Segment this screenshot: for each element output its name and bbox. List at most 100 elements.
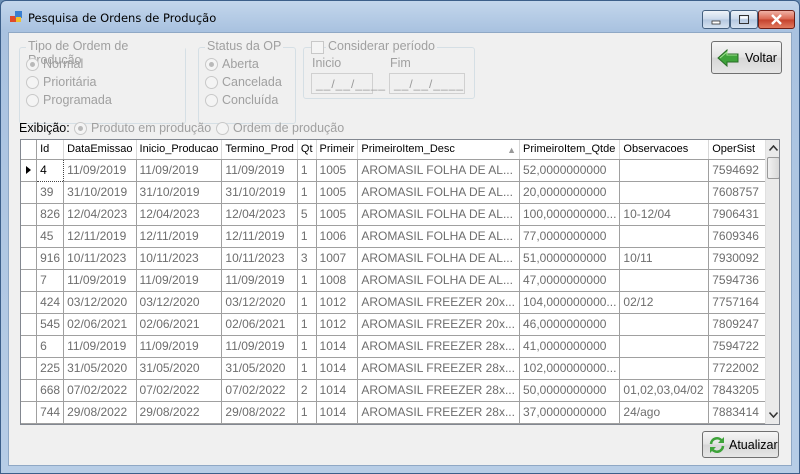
- row-header[interactable]: [21, 159, 38, 182]
- radio-produto-circle[interactable]: [74, 122, 87, 135]
- row-header[interactable]: [21, 291, 38, 314]
- table-cell[interactable]: 11/09/2019: [63, 335, 137, 358]
- table-row[interactable]: 39 31/10/2019 31/10/2019 31/10/2019 1 1005 ARO…: [21, 181, 779, 204]
- scroll-up-button[interactable]: [766, 140, 779, 157]
- table-row[interactable]: 744 29/08/2022 29/08/2022 29/08/2022 1 1014 AR…: [21, 401, 779, 424]
- table-cell[interactable]: AROMASIL FREEZER 28x...: [357, 379, 520, 402]
- table-row[interactable]: 668 07/02/2022 07/02/2022 07/02/2022 2 1014 AR…: [21, 379, 779, 402]
- maximize-button[interactable]: [730, 10, 758, 29]
- table-cell[interactable]: 1: [297, 357, 317, 380]
- table-cell[interactable]: 11/09/2020: [221, 423, 298, 424]
- table-cell[interactable]: 10/11: [619, 247, 710, 270]
- table-cell[interactable]: 29/08/2022: [221, 401, 298, 424]
- radio-programada-circle[interactable]: [26, 94, 39, 107]
- column-header-primeir[interactable]: Primeir: [316, 140, 359, 160]
- table-row[interactable]: 424 03/12/2020 03/12/2020 03/12/2020 1 1012 AR…: [21, 291, 779, 314]
- table-cell[interactable]: 31/10/2019: [136, 181, 223, 204]
- table-cell[interactable]: 07/02/2022: [63, 379, 137, 402]
- radio-normal-circle[interactable]: [26, 58, 39, 71]
- table-cell[interactable]: 02/06/2021: [63, 313, 137, 336]
- table-cell[interactable]: [619, 357, 710, 380]
- table-cell[interactable]: 51,0000000000: [519, 247, 621, 270]
- table-cell[interactable]: 31/10/2019: [221, 181, 298, 204]
- table-cell[interactable]: 20,0000000000: [519, 181, 621, 204]
- table-cell[interactable]: 4: [36, 158, 65, 182]
- table-cell[interactable]: 104,000000000...: [519, 291, 621, 314]
- table-row[interactable]: 7 11/09/2019 11/09/2019 11/09/2019 1 1008 AROM…: [21, 269, 779, 292]
- row-header[interactable]: [21, 423, 38, 424]
- table-cell[interactable]: 1005: [316, 203, 359, 226]
- table-row[interactable]: 4 11/09/2019 11/09/2019 11/09/2019 1 1005 AROM…: [21, 158, 779, 182]
- table-cell[interactable]: 3: [297, 247, 317, 270]
- table-cell[interactable]: [619, 335, 710, 358]
- table-cell[interactable]: 31/05/2020: [136, 357, 223, 380]
- table-cell[interactable]: 11/09/2019: [63, 159, 137, 182]
- table-cell[interactable]: 07/02/2022: [136, 379, 223, 402]
- table-row[interactable]: 29211/09/202011/09/202011/09/20201524BOB…: [21, 423, 779, 424]
- table-cell[interactable]: 225: [36, 357, 65, 380]
- table-cell[interactable]: 11/09/2019: [221, 335, 298, 358]
- table-cell[interactable]: 10-12/04: [619, 203, 710, 226]
- table-cell[interactable]: 29/08/2022: [63, 401, 137, 424]
- table-cell[interactable]: [619, 313, 710, 336]
- table-cell[interactable]: 12/11/2019: [63, 225, 137, 248]
- column-header-primeiroitem-desc[interactable]: PrimeiroItem_Desc ▲: [357, 140, 520, 160]
- table-cell[interactable]: 1: [297, 335, 317, 358]
- table-cell[interactable]: 30,0000000000: [519, 423, 621, 424]
- table-cell[interactable]: 77,0000000000: [519, 225, 621, 248]
- table-row[interactable]: 45 12/11/2019 12/11/2019 12/11/2019 1 1006 ARO…: [21, 225, 779, 248]
- table-cell[interactable]: 11/09/2019: [63, 269, 137, 292]
- table-cell[interactable]: 2: [297, 379, 317, 402]
- voltar-button[interactable]: Voltar: [711, 41, 782, 74]
- table-cell[interactable]: [619, 225, 710, 248]
- table-cell[interactable]: 03/12/2020: [136, 291, 223, 314]
- table-cell[interactable]: 1006: [316, 225, 359, 248]
- table-cell[interactable]: 1: [297, 159, 317, 182]
- row-header[interactable]: [21, 181, 38, 204]
- table-cell[interactable]: AROMASIL FOLHA DE AL...: [357, 247, 520, 270]
- table-cell[interactable]: 10/11/2023: [136, 247, 223, 270]
- table-cell[interactable]: 102,000000000...: [519, 357, 621, 380]
- table-cell[interactable]: AROMASIL FOLHA DE AL...: [357, 181, 520, 204]
- table-row[interactable]: 225 31/05/2020 31/05/2020 31/05/2020 1 1014 AR…: [21, 357, 779, 380]
- table-row[interactable]: 545 02/06/2021 02/06/2021 02/06/2021 1 1012 AR…: [21, 313, 779, 336]
- table-cell[interactable]: 39: [36, 181, 65, 204]
- table-cell[interactable]: 5: [297, 203, 317, 226]
- table-cell[interactable]: [619, 159, 710, 182]
- table-cell[interactable]: 7: [36, 269, 65, 292]
- table-cell[interactable]: 1012: [316, 291, 359, 314]
- table-cell[interactable]: 1005: [316, 159, 359, 182]
- table-cell[interactable]: 01,02,03,04/02: [619, 379, 710, 402]
- orders-grid[interactable]: Id DataEmissao Inicio_Producao Termino_Prod…: [20, 139, 780, 425]
- table-cell[interactable]: 11/09/2019: [221, 269, 298, 292]
- table-cell[interactable]: 12/04/2023: [136, 203, 223, 226]
- table-cell[interactable]: [619, 423, 710, 424]
- table-cell[interactable]: 1: [297, 225, 317, 248]
- table-cell[interactable]: 668: [36, 379, 65, 402]
- table-cell[interactable]: 1: [297, 401, 317, 424]
- table-cell[interactable]: 1: [297, 269, 317, 292]
- table-cell[interactable]: AROMASIL FOLHA DE AL...: [357, 159, 520, 182]
- table-cell[interactable]: 12/11/2019: [221, 225, 298, 248]
- table-cell[interactable]: 1: [297, 291, 317, 314]
- table-cell[interactable]: 524: [316, 423, 359, 424]
- table-cell[interactable]: 02/12: [619, 291, 710, 314]
- inicio-date-field[interactable]: __/__/____: [311, 73, 385, 94]
- scroll-down-button[interactable]: [766, 407, 779, 424]
- table-cell[interactable]: 1014: [316, 379, 359, 402]
- radio-ordem-circle[interactable]: [216, 122, 229, 135]
- minimize-button[interactable]: [702, 10, 730, 29]
- table-cell[interactable]: 1: [297, 423, 317, 424]
- column-header-termino-prod[interactable]: Termino_Prod: [221, 140, 298, 160]
- table-cell[interactable]: 11/09/2019: [136, 269, 223, 292]
- table-cell[interactable]: 1008: [316, 269, 359, 292]
- row-header[interactable]: [21, 379, 38, 402]
- table-cell[interactable]: 100,000000000...: [519, 203, 621, 226]
- table-cell[interactable]: 826: [36, 203, 65, 226]
- row-header[interactable]: [21, 357, 38, 380]
- table-cell[interactable]: 1: [297, 313, 317, 336]
- table-cell[interactable]: 424: [36, 291, 65, 314]
- row-header[interactable]: [21, 203, 38, 226]
- close-button[interactable]: [758, 10, 795, 29]
- table-cell[interactable]: 12/11/2019: [136, 225, 223, 248]
